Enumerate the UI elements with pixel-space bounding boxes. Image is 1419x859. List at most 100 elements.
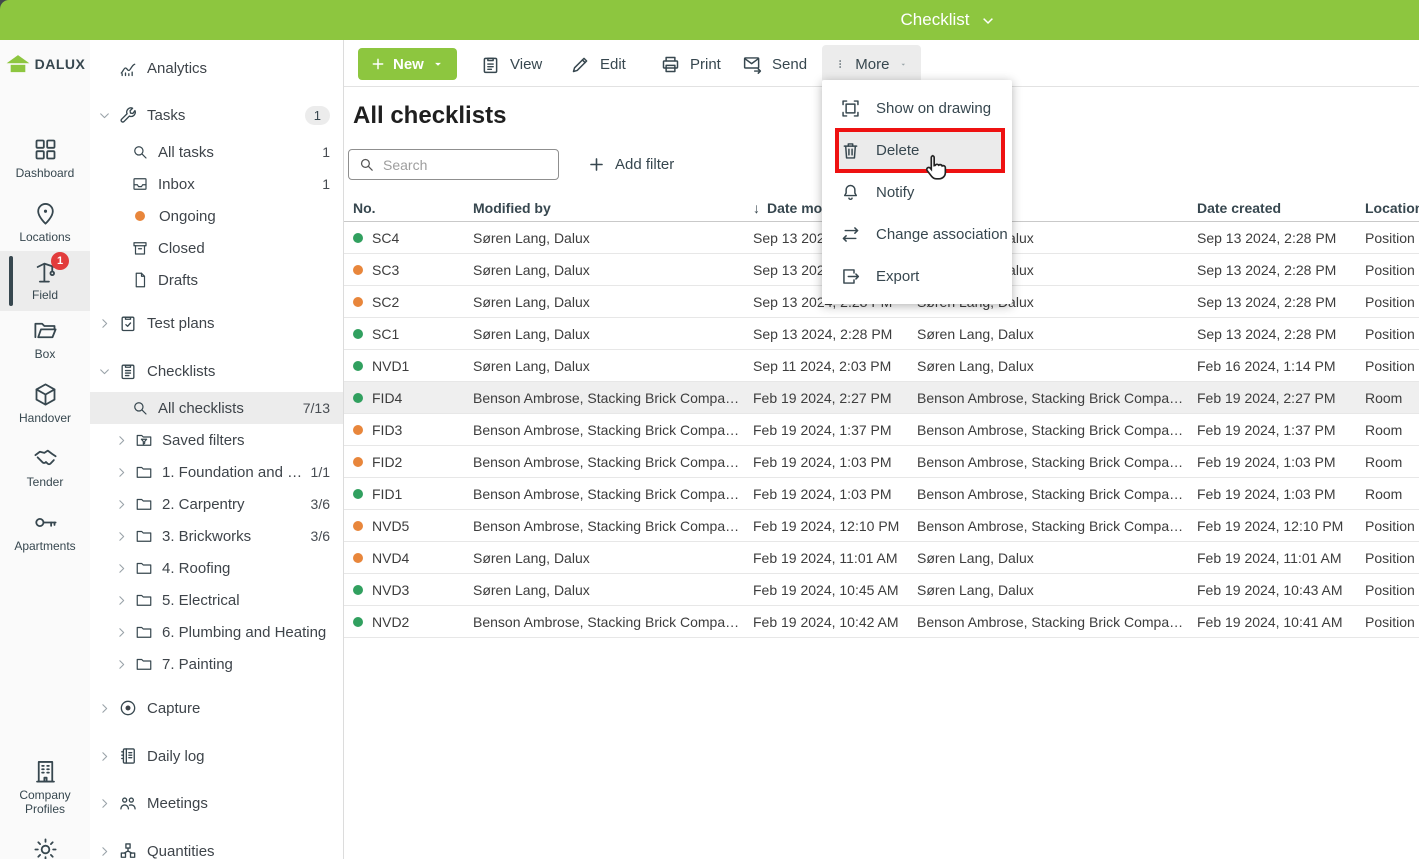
cell-no: FID1 bbox=[372, 486, 402, 502]
rail-item-dashboard[interactable]: Dashboard bbox=[0, 136, 90, 181]
sidebar-item-all-checklists[interactable]: All checklists 7/13 bbox=[90, 392, 343, 424]
sidebar-folder-5-electrical[interactable]: 5. Electrical bbox=[90, 584, 343, 616]
column-header-no[interactable]: No. bbox=[353, 200, 473, 216]
module-switcher[interactable]: Checklist bbox=[901, 0, 996, 40]
sidebar-item-meetings[interactable]: Meetings bbox=[90, 787, 343, 819]
table-row[interactable]: SC1 Søren Lang, Dalux Sep 13 2024, 2:28 … bbox=[344, 318, 1419, 350]
chevron-right-icon[interactable] bbox=[115, 626, 135, 639]
top-bar: Checklist bbox=[0, 0, 1419, 40]
sidebar-item-capture[interactable]: Capture bbox=[90, 692, 343, 724]
view-button[interactable]: View bbox=[480, 48, 542, 80]
cell-modified-by: Søren Lang, Dalux bbox=[473, 582, 753, 598]
table-row[interactable]: FID1 Benson Ambrose, Stacking Brick Comp… bbox=[344, 478, 1419, 510]
print-button[interactable]: Print bbox=[660, 48, 721, 80]
plus-icon bbox=[370, 56, 386, 72]
sidebar-item-label: All checklists bbox=[158, 400, 244, 417]
sidebar-item-inbox[interactable]: Inbox 1 bbox=[90, 168, 343, 200]
rail-item-box[interactable]: Box bbox=[0, 317, 90, 362]
sidebar-item-checklists[interactable]: Checklists bbox=[90, 355, 343, 387]
menu-item-export[interactable]: Export bbox=[822, 255, 1012, 297]
chevron-down-icon[interactable] bbox=[98, 109, 118, 122]
edit-button[interactable]: Edit bbox=[570, 48, 626, 80]
column-header-location[interactable]: Location bbox=[1365, 200, 1419, 216]
more-button[interactable]: More bbox=[822, 45, 921, 83]
sidebar-item-label: Daily log bbox=[147, 748, 205, 765]
column-header-date-created[interactable]: Date created bbox=[1197, 200, 1365, 216]
sidebar-folder-7-painting[interactable]: 7. Painting bbox=[90, 648, 343, 680]
sidebar-folder-2-carpentry[interactable]: 2. Carpentry 3/6 bbox=[90, 488, 343, 520]
sidebar-item-daily-log[interactable]: Daily log bbox=[90, 740, 343, 772]
rail-item-field[interactable]: Field 1 bbox=[0, 251, 90, 311]
send-button[interactable]: Send bbox=[742, 48, 807, 80]
table-row[interactable]: FID4 Benson Ambrose, Stacking Brick Comp… bbox=[344, 382, 1419, 414]
notification-badge: 1 bbox=[51, 252, 69, 270]
cell-location: Position bbox=[1365, 614, 1419, 630]
cell-date-created: Sep 13 2024, 2:28 PM bbox=[1197, 326, 1365, 342]
chevron-right-icon[interactable] bbox=[115, 530, 135, 543]
chevron-right-icon[interactable] bbox=[98, 317, 118, 330]
sidebar-item-saved-filters[interactable]: Saved filters bbox=[90, 424, 343, 456]
sidebar-item-all-tasks[interactable]: All tasks 1 bbox=[90, 136, 343, 168]
rail-item-tender[interactable]: Tender bbox=[0, 445, 90, 490]
chevron-right-icon[interactable] bbox=[115, 658, 135, 671]
sidebar-item-drafts[interactable]: Drafts bbox=[90, 264, 343, 296]
chevron-right-icon[interactable] bbox=[115, 594, 135, 607]
sidebar-item-tasks[interactable]: Tasks 1 bbox=[90, 99, 343, 131]
table-row[interactable]: NVD1 Søren Lang, Dalux Sep 11 2024, 2:03… bbox=[344, 350, 1419, 382]
add-filter-button[interactable]: Add filter bbox=[587, 155, 674, 174]
menu-item-delete[interactable]: Delete bbox=[822, 129, 1012, 171]
new-button-label: New bbox=[393, 56, 424, 73]
sidebar-folder-6-plumbing-heating[interactable]: 6. Plumbing and Heating bbox=[90, 616, 343, 648]
table-row[interactable]: NVD4 Søren Lang, Dalux Feb 19 2024, 11:0… bbox=[344, 542, 1419, 574]
chevron-right-icon[interactable] bbox=[98, 797, 118, 810]
menu-item-show-on-drawing[interactable]: Show on drawing bbox=[822, 87, 1012, 129]
sidebar-folder-3-brickworks[interactable]: 3. Brickworks 3/6 bbox=[90, 520, 343, 552]
chevron-right-icon[interactable] bbox=[98, 845, 118, 858]
chevron-down-icon[interactable] bbox=[98, 365, 118, 378]
rail-item-locations[interactable]: Locations bbox=[0, 200, 90, 245]
table-row[interactable]: FID2 Benson Ambrose, Stacking Brick Comp… bbox=[344, 446, 1419, 478]
chevron-right-icon[interactable] bbox=[115, 466, 135, 479]
sidebar-item-analytics[interactable]: Analytics bbox=[90, 52, 343, 84]
quantities-icon bbox=[118, 841, 138, 859]
chevron-right-icon[interactable] bbox=[115, 434, 135, 447]
chevron-right-icon[interactable] bbox=[98, 702, 118, 715]
chevron-right-icon[interactable] bbox=[115, 562, 135, 575]
menu-item-change-association[interactable]: Change association bbox=[822, 213, 1012, 255]
add-filter-label: Add filter bbox=[615, 156, 674, 173]
new-button[interactable]: New bbox=[358, 48, 457, 80]
search-input[interactable] bbox=[348, 149, 559, 180]
rail-label: Field bbox=[32, 289, 58, 303]
chevron-right-icon[interactable] bbox=[98, 750, 118, 763]
table-row[interactable]: NVD3 Søren Lang, Dalux Feb 19 2024, 10:4… bbox=[344, 574, 1419, 606]
sidebar-item-label: Capture bbox=[147, 700, 200, 717]
capture-icon bbox=[118, 698, 138, 718]
dalux-logo[interactable]: DALUX bbox=[0, 54, 90, 74]
brand-name: DALUX bbox=[35, 56, 86, 72]
chevron-right-icon[interactable] bbox=[115, 498, 135, 511]
table-row[interactable]: FID3 Benson Ambrose, Stacking Brick Comp… bbox=[344, 414, 1419, 446]
sidebar-item-label: 5. Electrical bbox=[162, 592, 240, 609]
rail-item-handover[interactable]: Handover bbox=[0, 381, 90, 426]
cell-no: NVD2 bbox=[372, 614, 409, 630]
status-dot-icon bbox=[353, 585, 363, 595]
rail-item-apartments[interactable]: Apartments bbox=[0, 509, 90, 554]
cell-created-by: Søren Lang, Dalux bbox=[917, 550, 1197, 566]
table-row[interactable]: NVD2 Benson Ambrose, Stacking Brick Comp… bbox=[344, 606, 1419, 638]
sidebar-item-quantities[interactable]: Quantities bbox=[90, 835, 343, 859]
sidebar-folder-4-roofing[interactable]: 4. Roofing bbox=[90, 552, 343, 584]
menu-item-notify[interactable]: Notify bbox=[822, 171, 1012, 213]
sidebar-item-closed[interactable]: Closed bbox=[90, 232, 343, 264]
column-header-modified-by[interactable]: Modified by bbox=[473, 200, 753, 216]
table-row[interactable]: NVD5 Benson Ambrose, Stacking Brick Comp… bbox=[344, 510, 1419, 542]
cell-created-by: Søren Lang, Dalux bbox=[917, 326, 1197, 342]
sidebar-item-ongoing[interactable]: Ongoing bbox=[90, 200, 343, 232]
rail-item-company-profiles[interactable]: Company Profiles bbox=[0, 758, 90, 817]
sidebar-item-label: Inbox bbox=[158, 176, 195, 193]
trash-icon bbox=[840, 140, 861, 161]
key-icon bbox=[32, 509, 59, 536]
rail-item-settings[interactable]: Settings bbox=[0, 836, 90, 859]
sidebar-folder-1-foundation[interactable]: 1. Foundation and Con… 1/1 bbox=[90, 456, 343, 488]
sidebar-item-test-plans[interactable]: Test plans bbox=[90, 307, 343, 339]
meetings-icon bbox=[118, 793, 138, 813]
